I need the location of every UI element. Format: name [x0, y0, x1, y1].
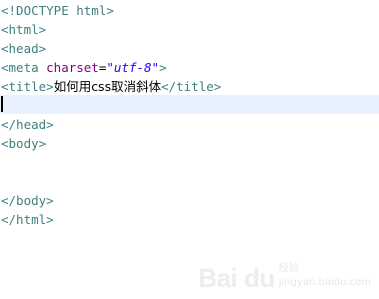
- watermark-logo: Bai du: [198, 263, 275, 293]
- meta-tag-close: >: [159, 60, 167, 75]
- title-tag-close: </title>: [161, 79, 222, 94]
- code-line-empty[interactable]: [0, 153, 379, 172]
- code-line-doctype[interactable]: <!DOCTYPE html>: [0, 1, 379, 20]
- meta-attribute-value: "utf-8": [106, 60, 160, 75]
- text-cursor: [1, 96, 3, 112]
- code-line-empty[interactable]: [0, 172, 379, 191]
- code-line-title[interactable]: <title>如何用css取消斜体</title>: [0, 77, 379, 96]
- code-line-body-open[interactable]: <body>: [0, 134, 379, 153]
- code-line-html-close[interactable]: </html>: [0, 210, 379, 229]
- meta-attribute: charset: [46, 60, 99, 75]
- title-tag-open: <title>: [1, 79, 54, 94]
- watermark-subtitle: 经验: [278, 263, 299, 274]
- code-line-meta[interactable]: <meta charset="utf-8">: [0, 58, 379, 77]
- code-line-html-open[interactable]: <html>: [0, 20, 379, 39]
- code-line-head-open[interactable]: <head>: [0, 39, 379, 58]
- code-editor[interactable]: <!DOCTYPE html> <html> <head> <meta char…: [0, 0, 379, 299]
- code-line-body-close[interactable]: </body>: [0, 191, 379, 210]
- code-line-current[interactable]: [0, 95, 379, 114]
- baidu-jingyan-watermark: Bai du 经验 jingyan.baidu.com: [198, 263, 371, 291]
- watermark-url: jingyan.baidu.com: [278, 277, 371, 288]
- code-line-head-close[interactable]: </head>: [0, 115, 379, 134]
- watermark-text: 经验 jingyan.baidu.com: [279, 263, 371, 291]
- title-text: 如何用css取消斜体: [53, 79, 162, 94]
- meta-tag-open: <meta: [1, 60, 47, 75]
